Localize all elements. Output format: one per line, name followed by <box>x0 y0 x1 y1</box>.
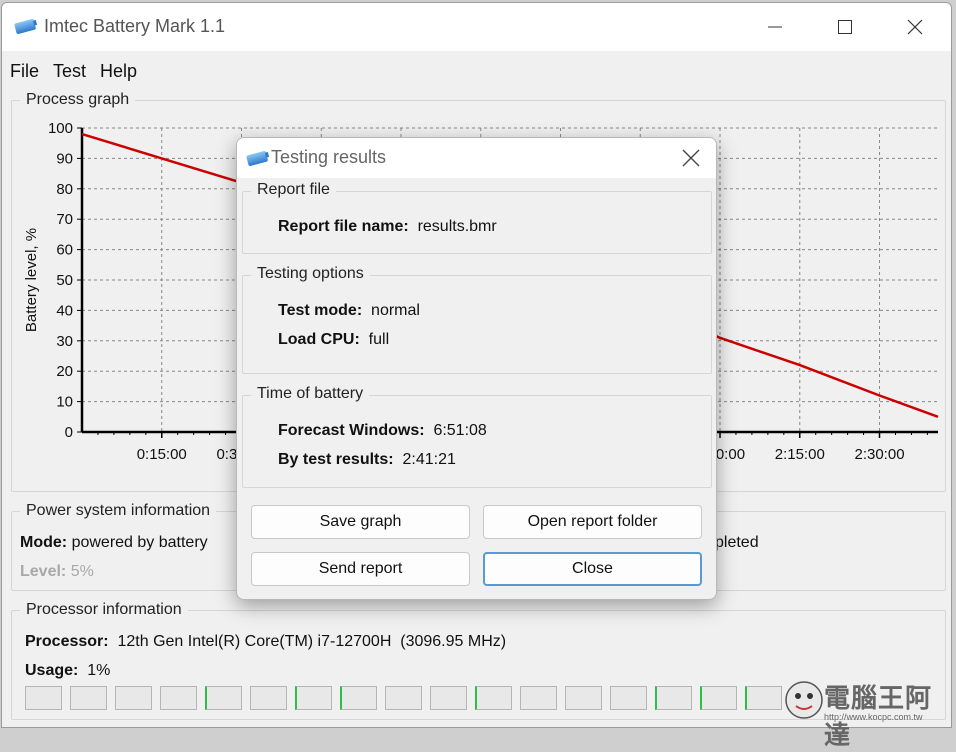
save-graph-button[interactable]: Save graph <box>251 505 470 539</box>
level-label: Level: <box>20 563 67 580</box>
y-tick-label: 40 <box>56 302 73 319</box>
core-usage-bar <box>745 686 782 710</box>
report-name-label: Report file name: <box>278 218 409 235</box>
battery-app-icon <box>14 19 38 34</box>
report-name-value: results.bmr <box>417 218 497 235</box>
menu-bar: File Test Help <box>2 51 951 89</box>
test-mode-value: normal <box>371 302 420 319</box>
dialog-close-button[interactable] <box>666 138 716 178</box>
x-tick-label: 2:30:00 <box>854 446 904 463</box>
watermark-url: http://www.kocpc.com.tw <box>824 712 923 722</box>
window-title: Imtec Battery Mark 1.1 <box>44 16 226 36</box>
minimize-button[interactable] <box>740 3 810 51</box>
minimize-icon <box>768 26 782 28</box>
core-usage-bar <box>205 686 242 710</box>
core-usage-bar <box>655 686 692 710</box>
by-test-row: By test results: 2:41:21 <box>278 451 456 469</box>
core-usage-bar <box>385 686 422 710</box>
load-cpu-row: Load CPU: full <box>278 331 389 349</box>
core-usage-bar <box>565 686 602 710</box>
processor-value: 12th Gen Intel(R) Core(TM) i7-12700H (30… <box>117 633 507 650</box>
core-usage-bar <box>295 686 332 710</box>
report-name-row: Report file name: results.bmr <box>278 218 497 236</box>
by-test-label: By test results: <box>278 451 394 468</box>
testing-options-legend: Testing options <box>251 265 370 283</box>
report-file-legend: Report file <box>251 181 336 199</box>
testing-results-dialog: Testing results Report file Report file … <box>236 137 717 600</box>
y-axis-label: Battery level, % <box>23 228 40 332</box>
core-usage-bar <box>475 686 512 710</box>
time-of-battery-legend: Time of battery <box>251 385 370 403</box>
load-cpu-value: full <box>368 331 390 348</box>
y-tick-label: 90 <box>56 150 73 167</box>
usage-label: Usage: <box>25 662 79 679</box>
processor-row: Processor: 12th Gen Intel(R) Core(TM) i7… <box>25 633 506 651</box>
time-of-battery-group: Time of battery <box>242 385 712 488</box>
forecast-row: Forecast Windows: 6:51:08 <box>278 422 487 440</box>
core-usage-bar <box>520 686 557 710</box>
title-bar[interactable]: Imtec Battery Mark 1.1 <box>2 3 951 51</box>
y-tick-label: 20 <box>56 363 73 380</box>
y-tick-label: 30 <box>56 333 73 350</box>
watermark: 電腦王阿達 http://www.kocpc.com.tw <box>784 676 954 751</box>
close-icon <box>682 149 700 167</box>
send-report-button[interactable]: Send report <box>251 552 470 586</box>
testing-options-group: Testing options <box>242 265 712 374</box>
test-mode-label: Test mode: <box>278 302 363 319</box>
menu-help[interactable]: Help <box>100 61 137 82</box>
forecast-label: Forecast Windows: <box>278 422 425 439</box>
processor-info-legend: Processor information <box>20 601 188 619</box>
y-tick-label: 10 <box>56 394 73 411</box>
x-tick-label: 2:15:00 <box>775 446 825 463</box>
core-usage-bar <box>700 686 737 710</box>
y-tick-label: 50 <box>56 272 73 289</box>
core-usage-bar <box>160 686 197 710</box>
core-usage-bar <box>25 686 62 710</box>
level-value: 5% <box>70 563 94 580</box>
core-usage-bar <box>610 686 647 710</box>
core-usage-bar <box>430 686 467 710</box>
by-test-value: 2:41:21 <box>402 451 456 468</box>
dialog-title-bar[interactable]: Testing results <box>237 138 716 178</box>
usage-row: Usage: 1% <box>25 662 110 680</box>
maximize-icon <box>838 20 852 34</box>
power-info-legend: Power system information <box>20 502 217 520</box>
mode-value: powered by battery <box>71 534 208 551</box>
core-usage-bar <box>70 686 107 710</box>
usage-value: 1% <box>87 662 111 679</box>
mode-row: Mode: powered by battery <box>20 534 208 552</box>
forecast-value: 6:51:08 <box>433 422 487 439</box>
mascot-icon <box>785 681 823 719</box>
core-usage-bar <box>115 686 152 710</box>
close-dialog-button[interactable]: Close <box>483 552 702 586</box>
menu-test[interactable]: Test <box>53 61 86 82</box>
y-tick-label: 100 <box>48 120 73 137</box>
x-tick-label: 0:15:00 <box>137 446 187 463</box>
y-tick-label: 60 <box>56 242 73 259</box>
test-mode-row: Test mode: normal <box>278 302 420 320</box>
maximize-button[interactable] <box>810 3 880 51</box>
y-tick-label: 70 <box>56 211 73 228</box>
dialog-title: Testing results <box>271 147 387 167</box>
close-icon <box>907 19 923 35</box>
processor-label: Processor: <box>25 633 109 650</box>
core-usage-bar <box>340 686 377 710</box>
menu-file[interactable]: File <box>10 61 39 82</box>
power-status-text: pleted <box>715 534 759 551</box>
close-button[interactable] <box>880 3 950 51</box>
y-tick-label: 80 <box>56 181 73 198</box>
open-report-folder-button[interactable]: Open report folder <box>483 505 702 539</box>
load-cpu-label: Load CPU: <box>278 331 360 348</box>
core-usage-bar <box>250 686 287 710</box>
level-row: Level: 5% <box>20 563 94 581</box>
mode-label: Mode: <box>20 534 68 551</box>
battery-app-icon <box>246 151 270 166</box>
y-tick-label: 0 <box>65 424 73 441</box>
